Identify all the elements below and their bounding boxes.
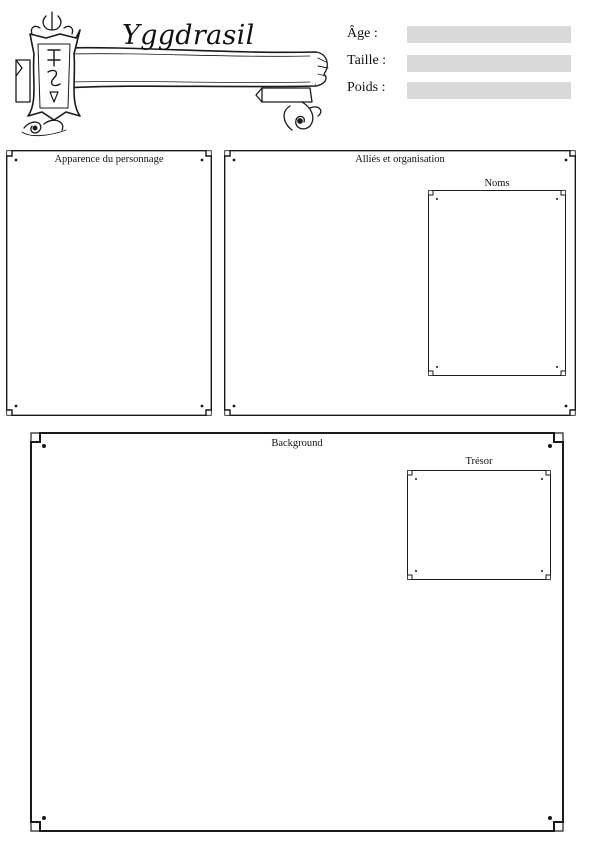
title-banner: Yggdrasil xyxy=(10,8,330,140)
treasure-panel[interactable] xyxy=(407,470,551,580)
field-weight-label: Poids : xyxy=(347,80,386,95)
appearance-panel[interactable]: Apparence du personnage xyxy=(6,150,212,416)
age-field[interactable] xyxy=(407,26,571,43)
field-age-label: Âge : xyxy=(347,26,378,41)
height-field[interactable] xyxy=(407,55,571,72)
treasure-title: Trésor xyxy=(465,456,493,467)
appearance-title: Apparence du personnage xyxy=(54,154,164,165)
frame-border xyxy=(407,470,551,580)
frame-border xyxy=(428,190,566,376)
weight-field[interactable] xyxy=(407,82,571,99)
names-title: Noms xyxy=(484,178,510,189)
field-height-label: Taille : xyxy=(347,53,387,68)
background-title: Background xyxy=(271,438,323,449)
names-panel[interactable] xyxy=(428,190,566,376)
allies-title: Alliés et organisation xyxy=(355,154,445,165)
frame-border xyxy=(6,150,212,416)
character-sheet-title: Yggdrasil xyxy=(122,20,255,51)
